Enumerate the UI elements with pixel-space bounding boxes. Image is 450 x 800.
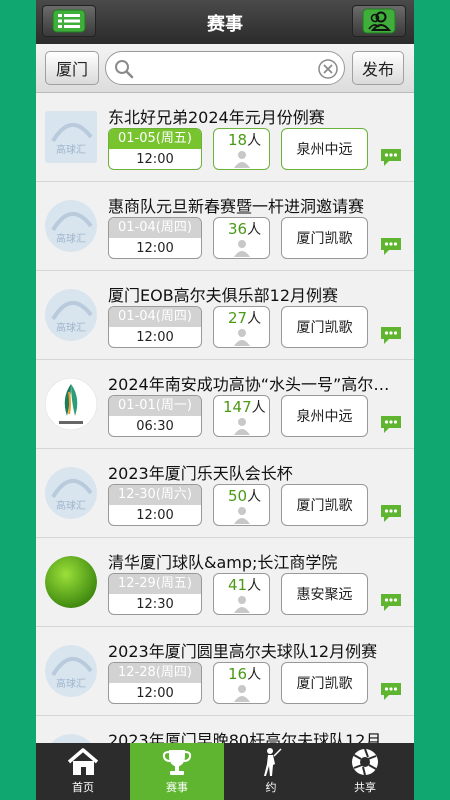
event-title: 厦门EOB高尔夫俱乐部12月例赛: [108, 286, 339, 305]
tab-events[interactable]: 赛事: [130, 743, 224, 800]
event-date: 01-04(周四) 12:00: [108, 217, 202, 259]
home-icon: [67, 748, 99, 775]
event-item[interactable]: 2023年厦门早晚80杆高尔夫球队12月例赛: [36, 716, 414, 743]
participant-count: 41人: [213, 573, 270, 615]
search-box: [105, 51, 345, 85]
comment-icon[interactable]: [379, 236, 403, 256]
svg-text:高球汇: 高球汇: [56, 321, 86, 334]
users-icon: [362, 8, 396, 34]
event-list[interactable]: 高球汇 东北好兄弟2024年元月份例赛 01-05(周五) 12:00 18人 …: [36, 93, 414, 743]
event-date: 01-04(周四) 12:00: [108, 306, 202, 348]
event-date: 01-05(周五) 12:00: [108, 128, 202, 170]
svg-text:高球汇: 高球汇: [56, 232, 86, 245]
svg-text:高球汇: 高球汇: [56, 677, 86, 690]
participant-count: 36人: [213, 217, 270, 259]
participant-count: 27人: [213, 306, 270, 348]
club-logo: 高球汇: [45, 645, 97, 697]
publish-button[interactable]: 发布: [352, 51, 404, 85]
comment-icon[interactable]: [379, 147, 403, 167]
trophy-icon: [162, 750, 192, 775]
person-icon: [234, 418, 250, 435]
event-item[interactable]: 清华厦门球队&amp;长江商学院 12-29(周五) 12:30 41人 惠安聚…: [36, 538, 414, 627]
club-logo: 高球汇: [45, 111, 97, 163]
person-icon: [234, 329, 250, 346]
person-icon: [234, 507, 250, 524]
event-title: 2024年南安成功高协“水头一号”高尔夫球队赛: [108, 375, 398, 394]
person-icon: [234, 240, 250, 257]
event-title: 2023年厦门圆里高尔夫球队12月例赛: [108, 642, 378, 661]
event-item[interactable]: 高球汇 2023年厦门圆里高尔夫球队12月例赛 12-28(周四) 12:00 …: [36, 627, 414, 716]
club-logo: 高球汇: [45, 467, 97, 519]
event-item[interactable]: 高球汇 2023年厦门乐天队会长杯 12-30(周六) 12:00 50人 厦门…: [36, 449, 414, 538]
comment-icon[interactable]: [379, 325, 403, 345]
search-bar: 厦门 发布: [36, 44, 414, 93]
event-title: 2023年厦门乐天队会长杯: [108, 464, 293, 483]
event-title: 清华厦门球队&amp;长江商学院: [108, 553, 338, 572]
comment-icon[interactable]: [379, 503, 403, 523]
club-name: 泉州中远: [281, 395, 368, 437]
tab-bar: 首页 赛事 约 共享: [36, 743, 414, 800]
tab-home[interactable]: 首页: [36, 743, 130, 800]
golfer-icon: [264, 748, 282, 776]
clear-icon[interactable]: [318, 59, 338, 79]
app-screen: 赛事 厦门 发布 高球汇 东北好兄弟2024年元月份例赛 01-05(周五) 1…: [36, 0, 414, 800]
participant-count: 16人: [213, 662, 270, 704]
comment-icon[interactable]: [379, 681, 403, 701]
club-logo: 高球汇: [45, 289, 97, 341]
profile-button[interactable]: [352, 5, 406, 37]
event-title: 东北好兄弟2024年元月份例赛: [108, 108, 325, 127]
event-item[interactable]: 高球汇 厦门EOB高尔夫俱乐部12月例赛 01-04(周四) 12:00 27人…: [36, 271, 414, 360]
club-logo: [45, 556, 97, 608]
person-icon: [234, 596, 250, 613]
club-name: 惠安聚远: [281, 573, 368, 615]
svg-text:高球汇: 高球汇: [56, 143, 86, 156]
tab-appointment[interactable]: 约: [224, 743, 318, 800]
club-name: 厦门凯歌: [281, 217, 368, 259]
club-name: 泉州中远: [281, 128, 368, 170]
event-date: 01-01(周一) 06:30: [108, 395, 202, 437]
participant-count: 18人: [213, 128, 270, 170]
svg-text:高球汇: 高球汇: [56, 499, 86, 512]
participant-count: 147人: [213, 395, 270, 437]
event-item[interactable]: 高球汇 惠商队元旦新春赛暨一杆进洞邀请赛 01-04(周四) 12:00 36人…: [36, 182, 414, 271]
club-name: 厦门凯歌: [281, 484, 368, 526]
club-logo: 高球汇: [45, 200, 97, 252]
person-icon: [234, 151, 250, 168]
event-item[interactable]: 2024年南安成功高协“水头一号”高尔夫球队赛 01-01(周一) 06:30 …: [36, 360, 414, 449]
tab-share[interactable]: 共享: [318, 743, 412, 800]
club-name: 厦门凯歌: [281, 306, 368, 348]
search-icon: [115, 60, 134, 79]
participant-count: 50人: [213, 484, 270, 526]
search-input[interactable]: [140, 56, 314, 82]
city-button[interactable]: 厦门: [45, 51, 99, 85]
event-date: 12-29(周五) 12:30: [108, 573, 202, 615]
event-date: 12-30(周六) 12:00: [108, 484, 202, 526]
club-logo: [45, 734, 97, 743]
club-name: 厦门凯歌: [281, 662, 368, 704]
event-title: 2023年厦门早晚80杆高尔夫球队12月例赛: [108, 731, 398, 743]
event-item[interactable]: 高球汇 东北好兄弟2024年元月份例赛 01-05(周五) 12:00 18人 …: [36, 93, 414, 182]
club-logo: [45, 378, 97, 430]
header-bar: 赛事: [36, 0, 414, 44]
aperture-icon: [352, 748, 378, 776]
event-date: 12-28(周四) 12:00: [108, 662, 202, 704]
comment-icon[interactable]: [379, 592, 403, 612]
comment-icon[interactable]: [379, 414, 403, 434]
event-title: 惠商队元旦新春赛暨一杆进洞邀请赛: [108, 197, 365, 216]
person-icon: [234, 685, 250, 702]
